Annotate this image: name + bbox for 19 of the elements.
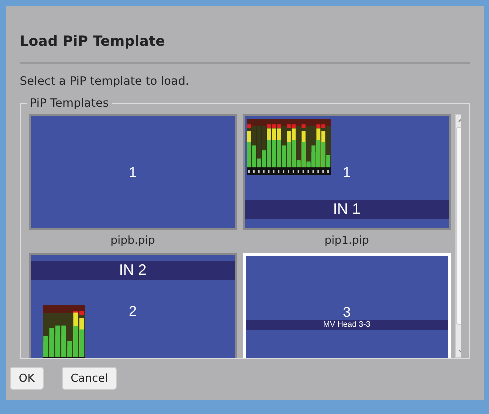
template-thumbnail[interactable]: 1	[29, 114, 237, 230]
template-thumbnail[interactable]: 1 IN 1	[243, 114, 451, 230]
template-number: 1	[343, 164, 351, 180]
input-banner: IN 2	[31, 261, 235, 280]
template-number: 2	[129, 303, 137, 319]
template-number: 3	[343, 304, 351, 320]
audio-meter-drawing	[43, 305, 85, 358]
dialog-button[interactable]: Cancel	[62, 367, 118, 390]
instruction-text: Select a PiP template to load.	[20, 74, 190, 88]
input-banner: IN 1	[245, 200, 449, 219]
template-filename: pipb.pip	[110, 234, 156, 247]
input-banner: MV Head 3-3	[246, 320, 448, 330]
group-legend: PiP Templates	[27, 96, 112, 110]
template-number: 1	[129, 164, 137, 180]
dialog-title: Load PiP Template	[20, 34, 166, 50]
template-filename: pip1.pip	[324, 234, 370, 247]
template-thumbnail[interactable]: 3 MV Head 3-3	[243, 253, 451, 358]
dialog-button[interactable]: OK	[10, 367, 44, 390]
template-thumbnail[interactable]: 2 IN 2	[29, 253, 237, 358]
